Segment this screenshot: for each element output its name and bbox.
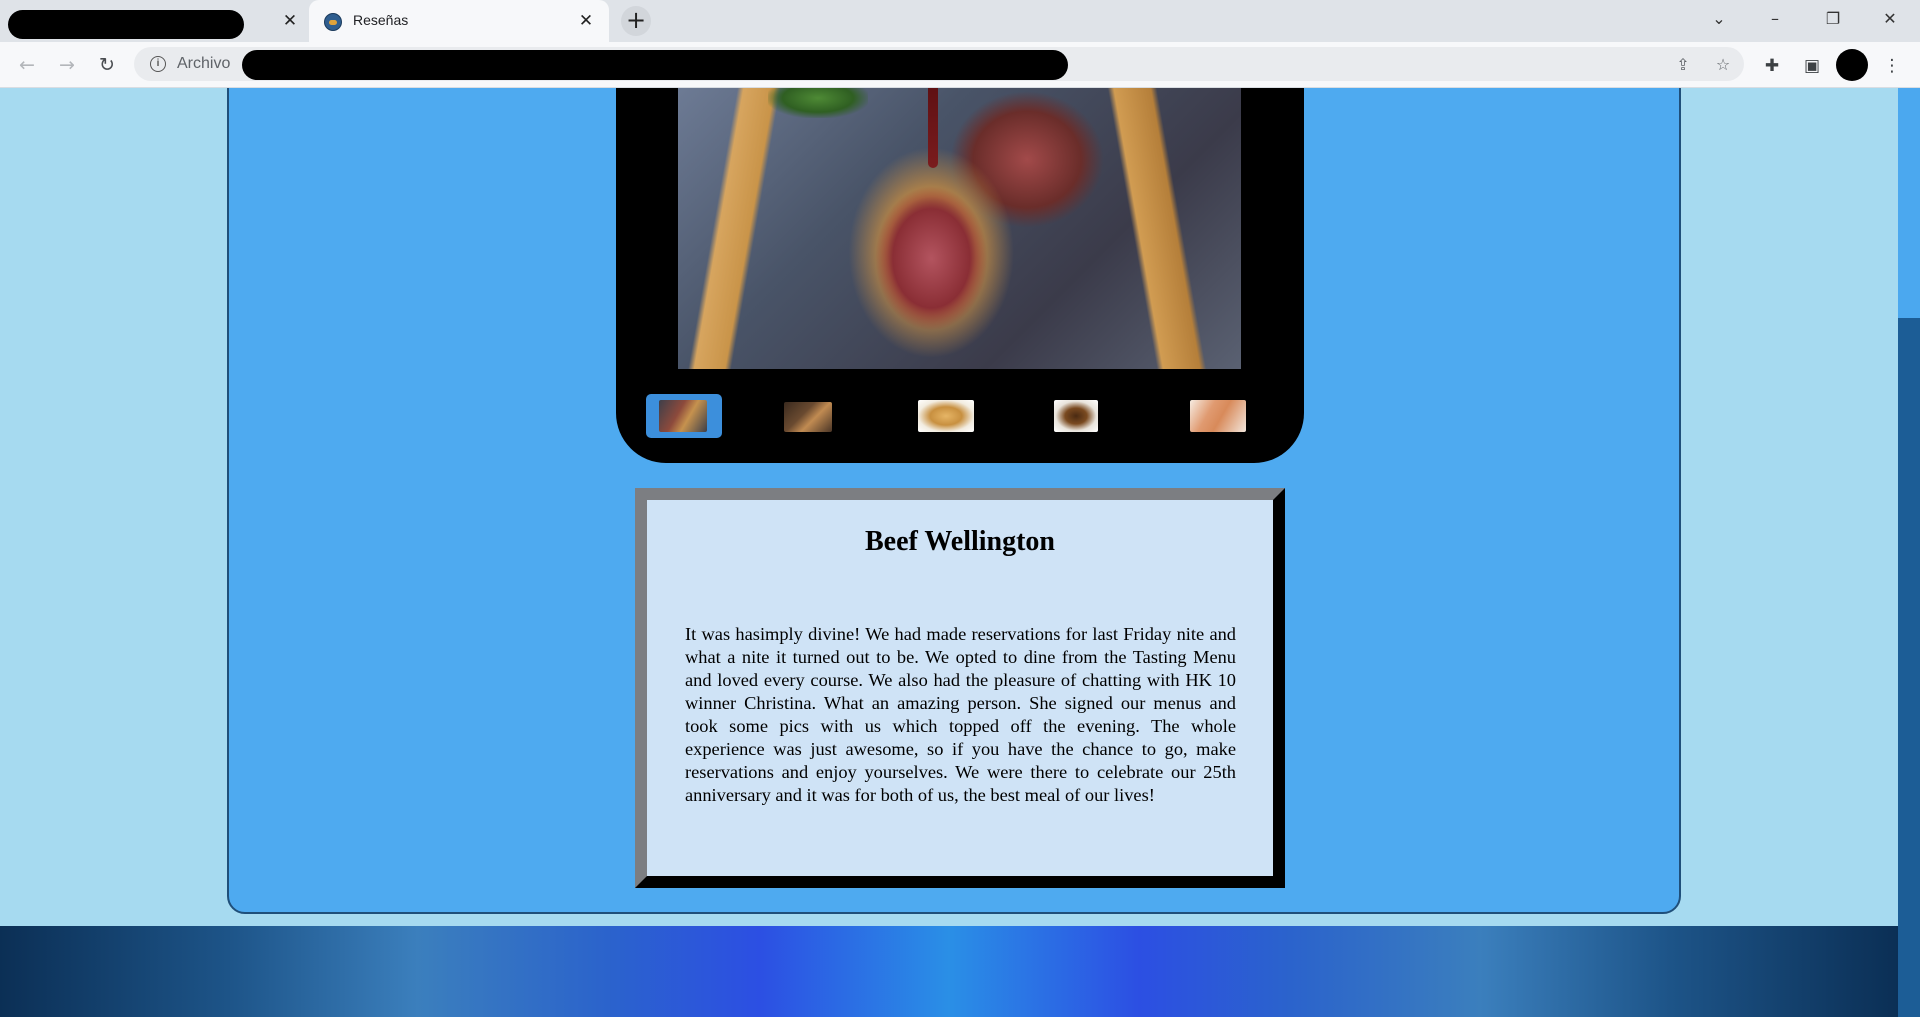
thumbnail-5[interactable]	[1176, 394, 1252, 438]
address-bar[interactable]: i Archivo ⇪ ☆	[134, 47, 1744, 81]
arrow-right-icon[interactable]: →	[52, 50, 82, 80]
scrollbar[interactable]	[1898, 88, 1920, 1017]
thumbnail-3[interactable]	[902, 394, 978, 438]
image-gallery	[616, 88, 1304, 463]
thumbnail-2[interactable]	[770, 394, 846, 438]
tab-redacted[interactable]	[8, 10, 244, 39]
thumbnail-strip	[646, 394, 1270, 438]
info-icon[interactable]: i	[150, 56, 166, 72]
tab-search-icon[interactable]: ⌄	[1696, 0, 1742, 38]
close-tab-icon[interactable]: ✕	[575, 10, 597, 32]
herb-garnish	[768, 88, 868, 118]
toolbar: ← → ↻ i Archivo ⇪ ☆ ✚ ▣ ⋮	[0, 42, 1920, 88]
review-title: Beef Wellington	[864, 526, 1056, 557]
minimize-button[interactable]: –	[1752, 0, 1798, 38]
kebab-menu-icon[interactable]: ⋮	[1880, 54, 1904, 78]
thumbnail-4[interactable]	[1040, 394, 1116, 438]
puzzle-icon[interactable]: ✚	[1760, 54, 1784, 78]
page-viewport: Beef Wellington It was hasimply divine! …	[0, 88, 1898, 1017]
scrollbar-thumb[interactable]	[1898, 88, 1920, 318]
thumbnail-1[interactable]	[646, 394, 722, 438]
avatar[interactable]	[1836, 49, 1868, 81]
review-text: It was hasimply divine! We had made rese…	[685, 624, 1236, 805]
close-window-button[interactable]: ✕	[1867, 0, 1913, 38]
new-tab-button[interactable]: +	[621, 6, 651, 36]
sidepanel-icon[interactable]: ▣	[1800, 54, 1824, 78]
tab-resenas[interactable]: Reseñas ✕	[309, 0, 609, 42]
review-card: Beef Wellington It was hasimply divine! …	[635, 488, 1285, 888]
arrow-left-icon[interactable]: ←	[12, 50, 42, 80]
address-prefix: Archivo	[177, 55, 231, 72]
restore-button[interactable]: ❐	[1810, 0, 1856, 38]
main-dish-image	[678, 88, 1241, 369]
address-redacted	[242, 50, 1068, 80]
footer-band	[0, 926, 1898, 1017]
close-tab-icon[interactable]: ✕	[279, 10, 301, 32]
tab-title: Reseñas	[353, 12, 409, 28]
reload-icon[interactable]: ↻	[92, 50, 122, 80]
sauce-drip	[928, 88, 938, 168]
favicon-icon	[324, 13, 342, 31]
tab-strip: ✕ Reseñas ✕ + ⌄ – ❐ ✕	[0, 0, 1920, 42]
star-icon[interactable]: ☆	[1712, 54, 1734, 76]
share-icon[interactable]: ⇪	[1672, 54, 1694, 76]
